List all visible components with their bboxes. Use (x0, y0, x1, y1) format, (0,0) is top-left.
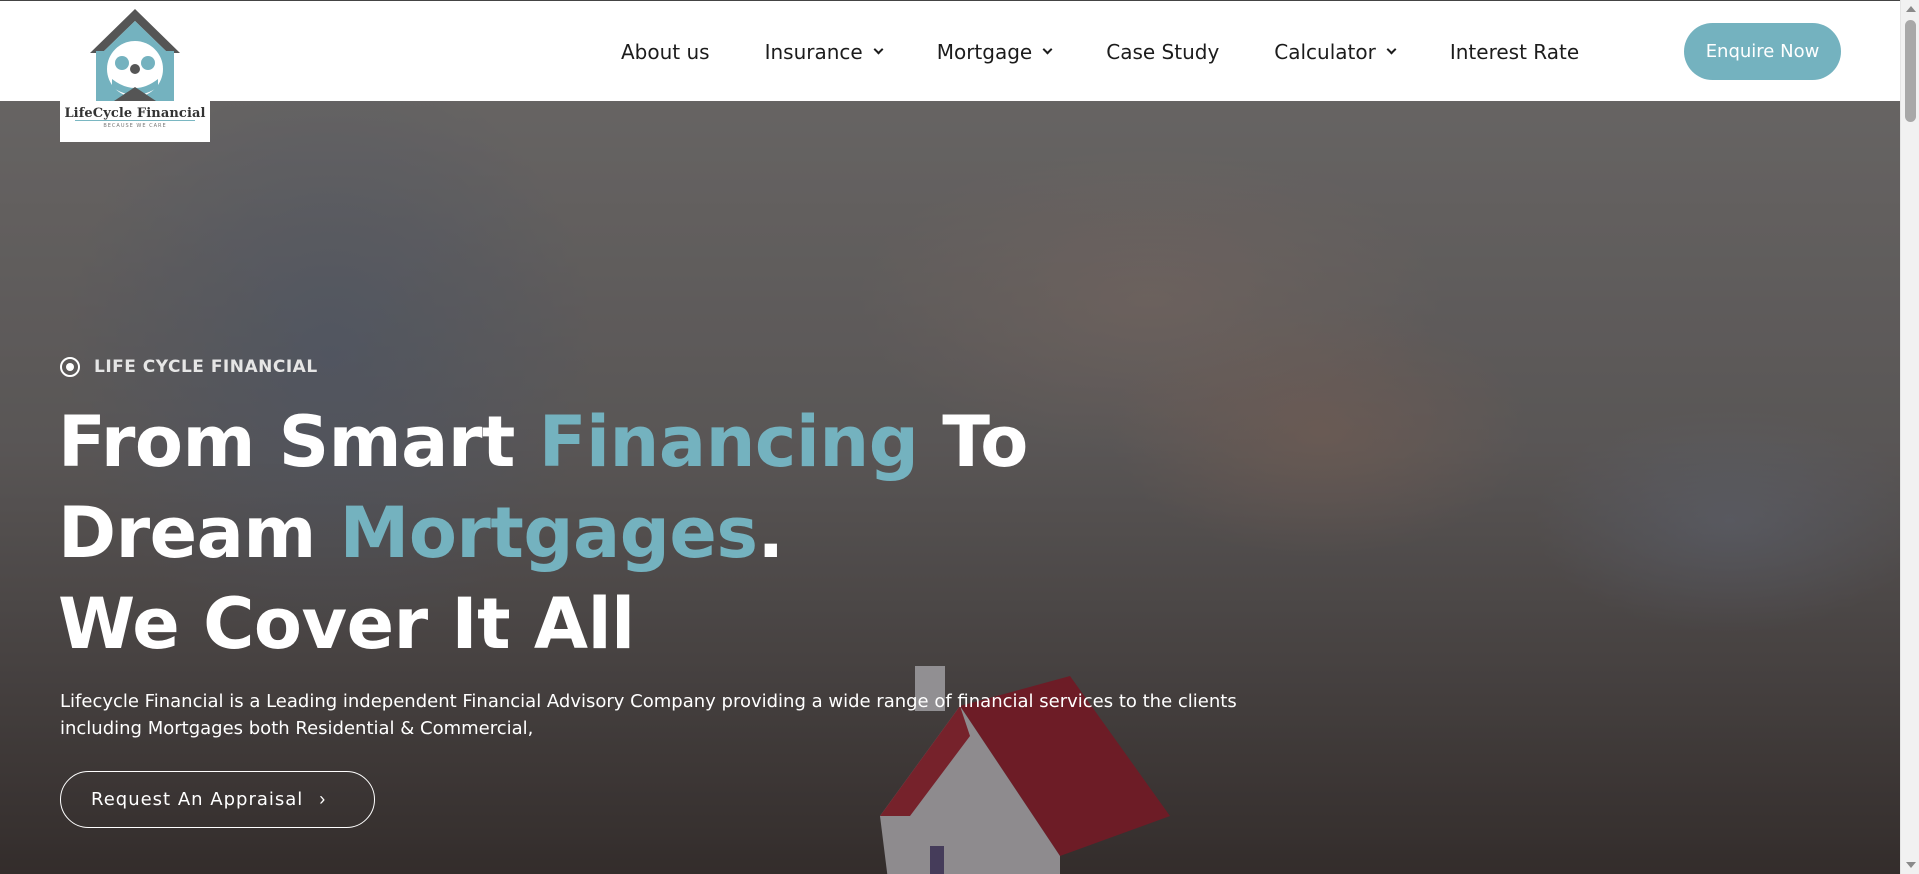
nav-label: Interest Rate (1449, 39, 1580, 64)
site-logo[interactable]: LifeCycle Financial BECAUSE WE CARE (60, 3, 210, 142)
target-circle-icon (60, 357, 80, 377)
eyebrow-text: LIFE CYCLE FINANCIAL (94, 357, 318, 377)
headline-accent: Mortgages (339, 492, 758, 574)
scroll-down-arrow-icon[interactable] (1906, 862, 1916, 868)
nav-label: About us (621, 39, 710, 64)
button-label: Request An Appraisal (91, 789, 304, 810)
chevron-down-icon (1386, 44, 1397, 55)
nav-mortgage[interactable]: Mortgage (936, 39, 1053, 64)
site-header: LifeCycle Financial BECAUSE WE CARE Abou… (0, 0, 1900, 142)
hero-section: LIFE CYCLE FINANCIAL From Smart Financin… (0, 101, 1900, 874)
chevron-down-icon (873, 44, 884, 55)
logo-name: LifeCycle Financial (64, 106, 206, 121)
headline-text: Dream (58, 492, 340, 574)
nav-label: Case Study (1106, 39, 1220, 64)
nav-label: Insurance (764, 39, 863, 64)
nav-interest-rate[interactable]: Interest Rate (1450, 40, 1579, 64)
logo-tagline: BECAUSE WE CARE (103, 123, 167, 129)
nav-case-study[interactable]: Case Study (1106, 40, 1219, 64)
headline-accent: Financing (538, 401, 919, 483)
scroll-up-arrow-icon[interactable] (1906, 6, 1916, 12)
hero-headline: From Smart Financing To Dream Mortgages.… (58, 397, 1028, 670)
hero-eyebrow: LIFE CYCLE FINANCIAL (60, 357, 318, 377)
scroll-thumb[interactable] (1905, 20, 1916, 122)
request-appraisal-button[interactable]: Request An Appraisal › (60, 771, 375, 828)
main-nav: About us Insurance Mortgage Case Study C… (600, 1, 1579, 102)
headline-text: We Cover It All (58, 583, 635, 665)
page-scrollbar[interactable] (1900, 0, 1919, 874)
nav-insurance[interactable]: Insurance (764, 39, 884, 64)
enquire-now-button[interactable]: Enquire Now (1684, 23, 1841, 80)
nav-label: Mortgage (936, 39, 1033, 64)
nav-calculator[interactable]: Calculator (1274, 39, 1397, 64)
nav-about-us[interactable]: About us (621, 40, 710, 64)
headline-text: To (918, 401, 1028, 483)
headline-text: From Smart (58, 401, 539, 483)
house-family-logo-icon (90, 9, 180, 101)
chevron-right-icon: › (319, 789, 326, 809)
nav-label: Calculator (1274, 39, 1376, 64)
chevron-down-icon (1042, 44, 1053, 55)
logo-divider (75, 120, 195, 121)
hero-description: Lifecycle Financial is a Leading indepen… (60, 691, 1237, 739)
headline-text: . (757, 492, 784, 574)
